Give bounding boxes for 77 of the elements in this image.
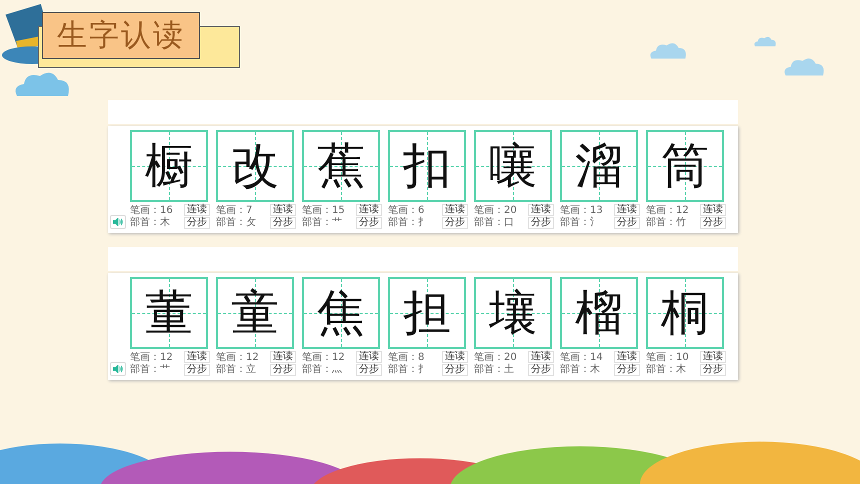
radical-label: 部首：扌	[388, 216, 428, 228]
radical-label: 部首：艹	[302, 216, 343, 228]
character: 嚷	[489, 142, 537, 190]
character: 扣	[403, 142, 451, 190]
step-button[interactable]: 分步	[700, 364, 726, 376]
radical-label: 部首：氵	[560, 216, 601, 228]
character: 溜	[575, 142, 623, 190]
cloud-drawing	[648, 40, 688, 60]
stroke-count: 笔画：16	[130, 204, 173, 216]
step-button[interactable]: 分步	[442, 217, 468, 229]
speaker-button[interactable]	[110, 362, 126, 376]
read-button[interactable]: 连读	[270, 204, 296, 216]
character: 榴	[575, 289, 623, 337]
read-button[interactable]: 连读	[442, 351, 468, 363]
radical-label: 部首：攵	[216, 216, 256, 228]
character: 桐	[661, 289, 709, 337]
character: 担	[403, 289, 451, 337]
stroke-count: 笔画：12	[646, 204, 689, 216]
radical-label: 部首：立	[216, 364, 257, 376]
radical-label: 部首：口	[474, 216, 515, 228]
read-button[interactable]: 连读	[528, 351, 554, 363]
step-button[interactable]: 分步	[528, 364, 554, 376]
character: 壤	[489, 289, 537, 337]
read-button[interactable]: 连读	[356, 204, 382, 216]
step-button[interactable]: 分步	[614, 364, 640, 376]
radical-label: 部首：木	[130, 216, 171, 228]
read-button[interactable]: 连读	[614, 351, 640, 363]
stroke-count: 笔画：15	[302, 204, 345, 216]
character: 童	[231, 289, 279, 337]
stroke-count: 笔画：14	[560, 352, 603, 364]
stroke-count: 笔画：12	[216, 352, 259, 364]
speaker-button[interactable]	[110, 215, 126, 229]
step-button[interactable]: 分步	[614, 217, 640, 229]
radical-label: 部首：灬	[302, 364, 343, 376]
character: 董	[145, 289, 193, 337]
stroke-count: 笔画：7	[216, 204, 254, 216]
stroke-count: 笔画：20	[474, 352, 517, 364]
stroke-count: 笔画：20	[474, 204, 517, 216]
step-button[interactable]: 分步	[184, 364, 210, 376]
step-button[interactable]: 分步	[356, 364, 382, 376]
radical-label: 部首：土	[474, 364, 515, 376]
stroke-count: 笔画：10	[646, 352, 689, 364]
cloud-drawing	[753, 34, 777, 48]
speaker-icon	[113, 365, 123, 373]
step-button[interactable]: 分步	[700, 217, 726, 229]
step-button[interactable]: 分步	[528, 217, 554, 229]
read-button[interactable]: 连读	[528, 204, 554, 216]
step-button[interactable]: 分步	[184, 217, 210, 229]
read-button[interactable]: 连读	[442, 204, 468, 216]
radical-label: 部首：竹	[646, 216, 687, 228]
radical-label: 部首：艹	[130, 364, 171, 376]
step-button[interactable]: 分步	[270, 217, 296, 229]
read-button[interactable]: 连读	[700, 351, 726, 363]
character: 焦	[317, 289, 365, 337]
read-button[interactable]: 连读	[270, 351, 296, 363]
read-button[interactable]: 连读	[356, 351, 382, 363]
radical-label: 部首：木	[646, 364, 687, 376]
step-button[interactable]: 分步	[356, 217, 382, 229]
read-button[interactable]: 连读	[700, 204, 726, 216]
stroke-count: 笔画：12	[302, 352, 345, 364]
radical-label: 部首：木	[560, 364, 601, 376]
character: 改	[231, 142, 279, 190]
title-banner: 生字认读	[42, 12, 200, 59]
stroke-count: 笔画：6	[388, 204, 426, 216]
read-button[interactable]: 连读	[614, 204, 640, 216]
read-button[interactable]: 连读	[184, 204, 210, 216]
character: 橱	[145, 142, 193, 190]
character: 筒	[661, 142, 709, 190]
stroke-count: 笔画：13	[560, 204, 603, 216]
radical-label: 部首：扌	[388, 364, 428, 376]
speaker-icon	[113, 218, 123, 226]
stroke-count: 笔画：12	[130, 352, 173, 364]
step-button[interactable]: 分步	[442, 364, 468, 376]
stroke-count: 笔画：8	[388, 352, 426, 364]
character: 蕉	[317, 142, 365, 190]
read-button[interactable]: 连读	[184, 351, 210, 363]
step-button[interactable]: 分步	[270, 364, 296, 376]
